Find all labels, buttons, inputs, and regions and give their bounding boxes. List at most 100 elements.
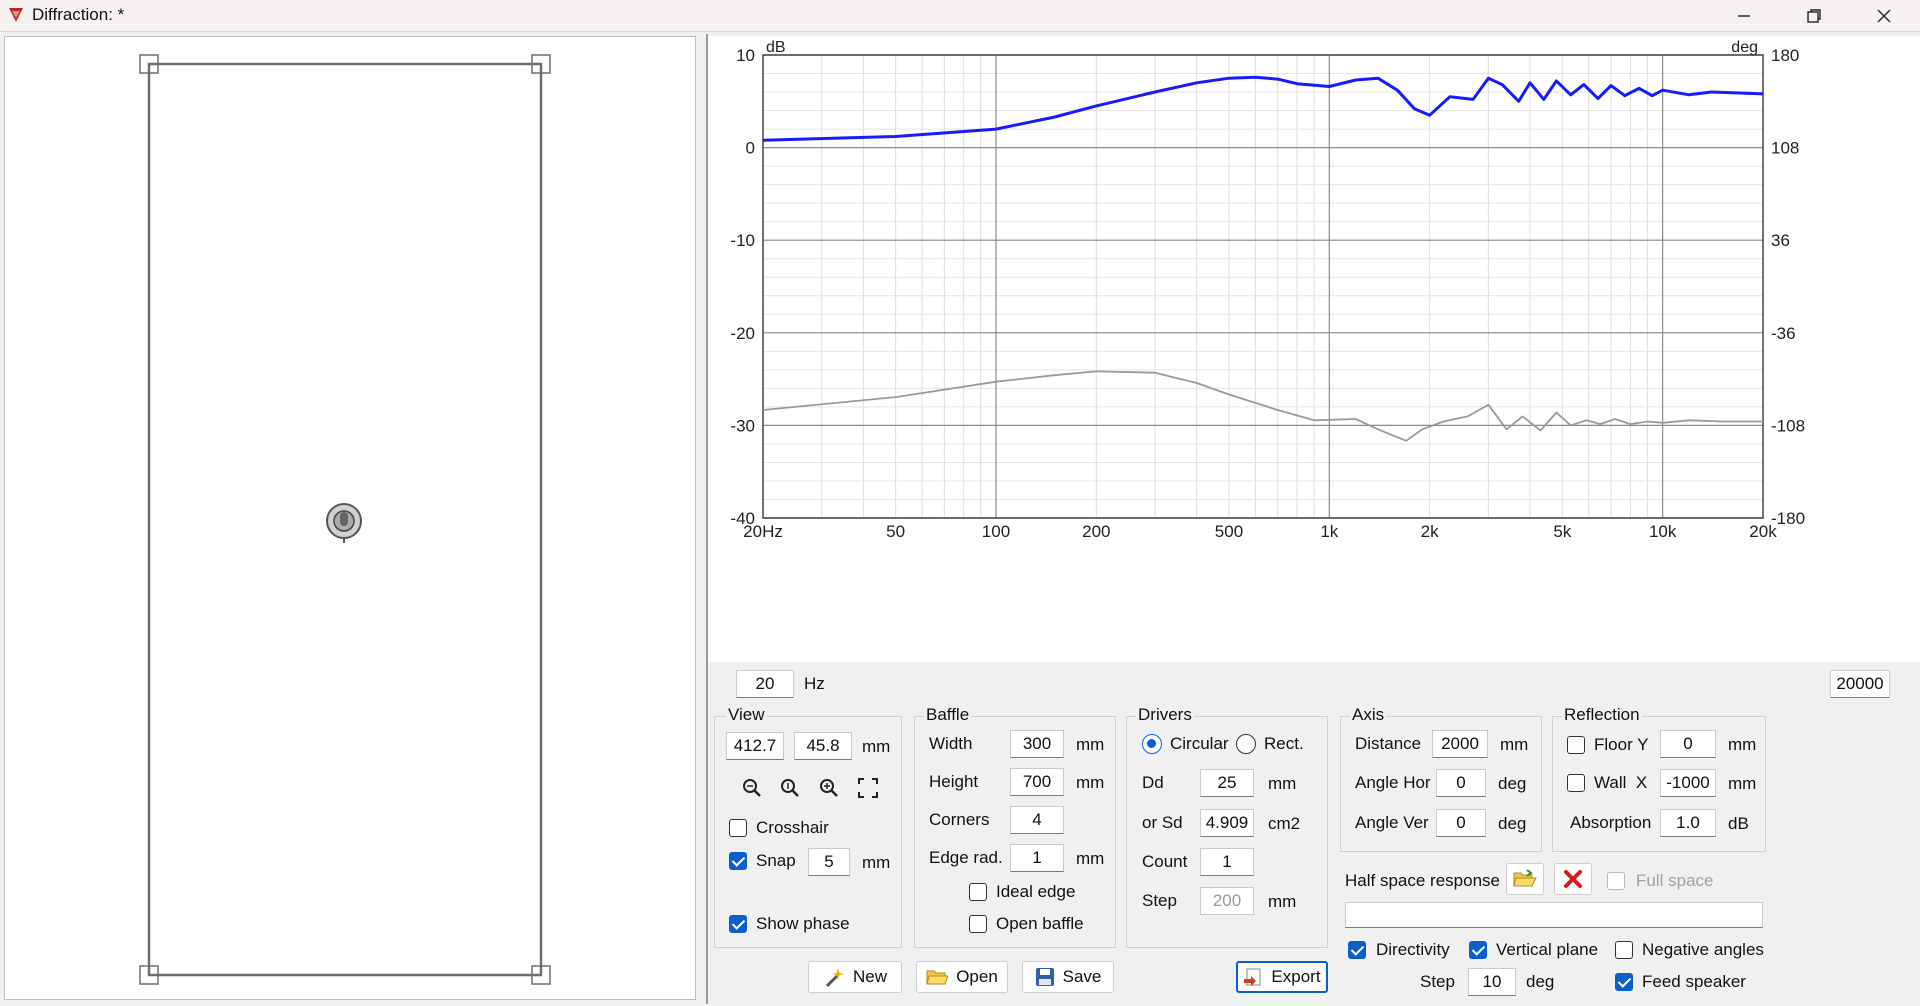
floor-label: Floor Y (1594, 735, 1649, 754)
snap-checkbox[interactable] (729, 852, 747, 870)
x-tick-label: 1k (1320, 522, 1338, 541)
sd-field[interactable]: 4.909 (1200, 809, 1254, 837)
snap-value-field[interactable]: 5 (808, 848, 850, 876)
distance-label: Distance (1355, 734, 1422, 753)
reflection-group-title: Reflection (1562, 705, 1642, 725)
zoom-in-button[interactable] (815, 774, 843, 802)
feed-speaker-checkbox[interactable] (1615, 973, 1633, 991)
fit-view-icon (858, 778, 878, 798)
count-field[interactable]: 1 (1200, 848, 1254, 876)
new-button[interactable]: New (808, 961, 902, 993)
wall-field[interactable]: -1000 (1660, 769, 1716, 797)
y2-tick-label: 180 (1771, 46, 1799, 65)
negative-angles-checkbox[interactable] (1615, 941, 1633, 959)
full-space-checkbox (1607, 872, 1625, 890)
zoom-horizontal-button[interactable] (738, 774, 766, 802)
x-tick-label: 100 (982, 522, 1010, 541)
ideal-edge-checkbox[interactable] (969, 883, 987, 901)
rect-radio[interactable] (1236, 734, 1256, 754)
distance-field[interactable]: 2000 (1432, 730, 1488, 758)
baffle-group-title: Baffle (924, 705, 972, 725)
crosshair-checkbox[interactable] (729, 819, 747, 837)
app-icon (9, 8, 23, 22)
count-label: Count (1142, 852, 1188, 871)
close-button[interactable] (1850, 0, 1918, 32)
clear-half-space-button[interactable] (1554, 863, 1592, 895)
save-button-label: Save (1062, 967, 1102, 986)
export-button[interactable]: Export (1236, 961, 1328, 993)
negative-angles-label: Negative angles (1642, 940, 1764, 959)
zoom-vertical-button[interactable] (776, 774, 804, 802)
vertical-plane-checkbox[interactable] (1469, 941, 1487, 959)
drivers-group-title: Drivers (1136, 705, 1194, 725)
angle-ver-label: Angle Ver (1355, 813, 1429, 832)
load-half-space-button[interactable] (1506, 863, 1544, 895)
view-unit-label: mm (862, 737, 891, 756)
plot-frame (762, 54, 1764, 519)
circular-radio[interactable] (1142, 734, 1162, 754)
y2-tick-label: 36 (1771, 231, 1790, 250)
response-chart[interactable]: 20Hz 50 100 200 500 1k 2k 5k 10k 20k 10 0 -10 -20 -30-… (708, 36, 1920, 662)
angle-ver-field[interactable]: 0 (1436, 809, 1486, 837)
view-x-field[interactable]: 412.7 (726, 732, 784, 760)
angle-ver-unit-label: deg (1498, 814, 1527, 833)
title-bar: Diffraction: * (0, 0, 1920, 32)
height-label: Height (929, 772, 979, 791)
width-label: Width (929, 734, 973, 753)
wall-checkbox[interactable] (1567, 774, 1585, 792)
wall-label: Wall X (1594, 773, 1648, 792)
angle-hor-unit-label: deg (1498, 774, 1527, 793)
save-button[interactable]: Save (1022, 961, 1114, 993)
y-tick-label: -10 (730, 231, 755, 250)
edge-radius-label: Edge rad. (929, 848, 1003, 867)
absorption-unit-label: dB (1728, 814, 1749, 833)
corners-field[interactable]: 4 (1010, 806, 1064, 834)
directivity-checkbox[interactable] (1348, 941, 1366, 959)
height-unit-label: mm (1076, 773, 1105, 792)
open-baffle-checkbox[interactable] (969, 915, 987, 933)
open-folder-icon (1513, 869, 1537, 887)
distance-unit-label: mm (1500, 735, 1529, 754)
restore-button[interactable] (1780, 0, 1848, 32)
baffle-canvas[interactable] (4, 36, 696, 1000)
dir-step-unit-label: deg (1526, 972, 1555, 991)
freq-start-field[interactable]: 20 (736, 670, 794, 698)
step-field: 200 (1200, 887, 1254, 915)
x-tick-label: 50 (886, 522, 905, 541)
minimize-button[interactable] (1710, 0, 1778, 32)
snap-label: Snap (756, 851, 796, 870)
open-button-label: Open (956, 967, 998, 986)
open-baffle-label: Open baffle (996, 914, 1084, 933)
zoom-vertical-icon (781, 779, 799, 797)
directivity-label: Directivity (1376, 940, 1450, 959)
absorption-field[interactable]: 1.0 (1660, 809, 1716, 837)
corners-label: Corners (929, 810, 990, 829)
open-button[interactable]: Open (916, 961, 1008, 993)
dd-label: Dd (1142, 773, 1164, 792)
dd-field[interactable]: 25 (1200, 769, 1254, 797)
dir-step-field[interactable]: 10 (1468, 968, 1516, 996)
export-button-label: Export (1271, 967, 1321, 986)
y2-tick-label: -180 (1771, 509, 1805, 528)
snap-unit-label: mm (862, 853, 891, 872)
show-phase-checkbox[interactable] (729, 915, 747, 933)
close-icon (1877, 9, 1891, 23)
phase-response-line (762, 370, 1763, 442)
vertical-plane-label: Vertical plane (1496, 940, 1599, 959)
angle-hor-field[interactable]: 0 (1436, 769, 1486, 797)
width-unit-label: mm (1076, 735, 1105, 754)
half-space-file-field[interactable] (1345, 902, 1763, 928)
fit-view-button[interactable] (854, 774, 882, 802)
floor-field[interactable]: 0 (1660, 730, 1716, 758)
minimize-icon (1738, 15, 1750, 17)
baffle-width-field[interactable]: 300 (1010, 730, 1064, 758)
edge-radius-field[interactable]: 1 (1010, 844, 1064, 872)
freq-end-field[interactable]: 20000 (1830, 670, 1890, 698)
baffle-height-field[interactable]: 700 (1010, 768, 1064, 796)
show-phase-label: Show phase (756, 914, 850, 933)
edge-unit-label: mm (1076, 849, 1105, 868)
view-y-field[interactable]: 45.8 (794, 732, 852, 760)
y2-tick-label: -36 (1771, 324, 1796, 343)
floor-checkbox[interactable] (1567, 736, 1585, 754)
x-tick-label: 10k (1649, 522, 1677, 541)
